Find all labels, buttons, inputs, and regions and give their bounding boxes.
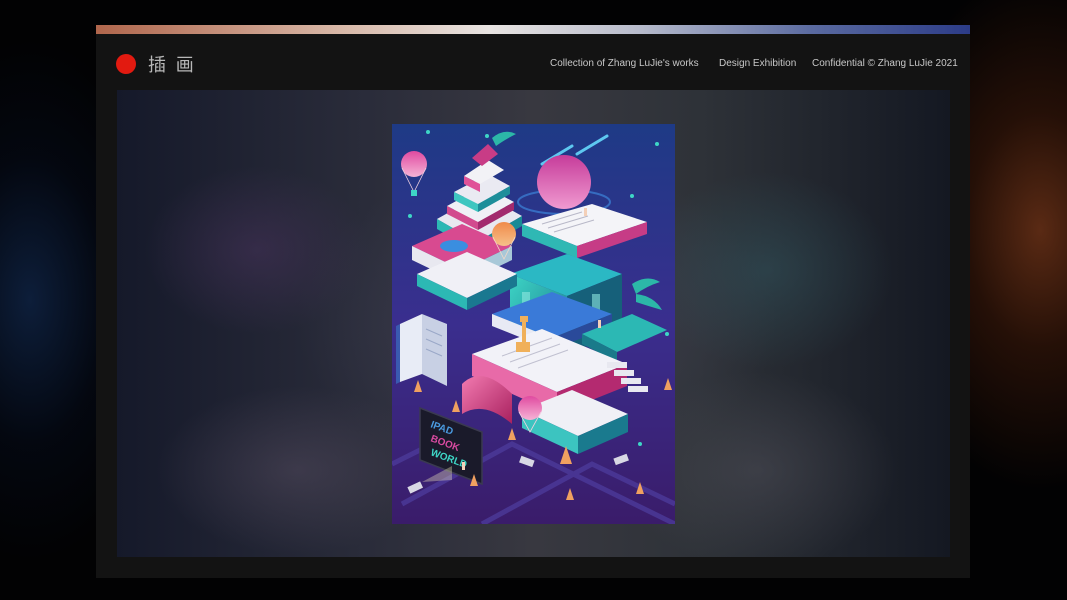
page-background: 插 画 Collection of Zhang LuJie's works De… [0, 0, 1067, 600]
blurred-backdrop: IPAD BOOK WORLD [117, 90, 950, 557]
section-title: 插 画 [148, 55, 196, 76]
header: 插 画 Collection of Zhang LuJie's works De… [96, 34, 970, 89]
copyright-notice: Confidential © Zhang LuJie 2021 [812, 58, 958, 69]
gallery-window: 插 画 Collection of Zhang LuJie's works De… [96, 25, 970, 578]
red-dot-logo-icon[interactable] [116, 54, 136, 74]
nav-link-design-exhibition[interactable]: Design Exhibition [719, 58, 796, 69]
nav-link-collection[interactable]: Collection of Zhang LuJie's works [550, 58, 699, 69]
illustration-artwork[interactable]: IPAD BOOK WORLD [392, 124, 675, 524]
gradient-top-bar [96, 25, 970, 34]
